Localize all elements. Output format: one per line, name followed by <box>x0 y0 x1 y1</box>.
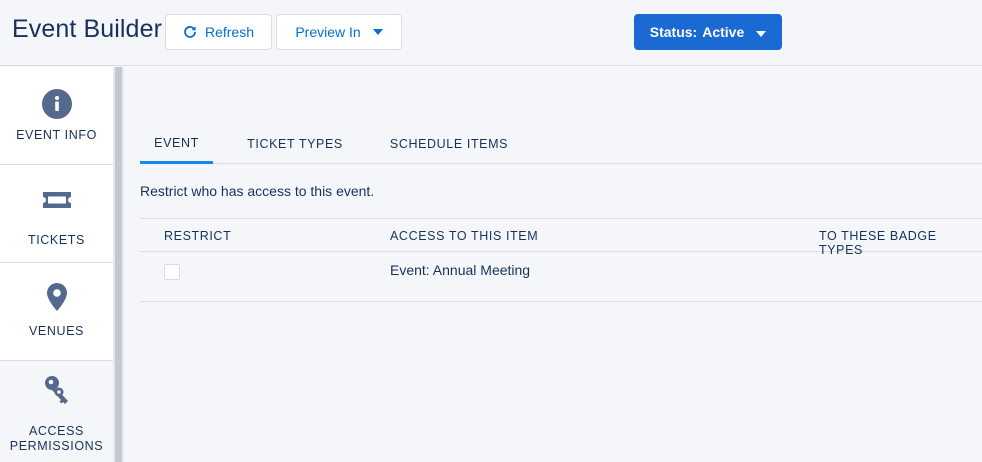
refresh-icon <box>183 25 197 39</box>
sidebar-item-access-permissions[interactable]: ACCESS PERMISSIONS <box>0 361 113 462</box>
main-content: EVENT TICKET TYPES SCHEDULE ITEMS Restri… <box>124 67 982 462</box>
refresh-label: Refresh <box>204 24 255 40</box>
access-item-cell: Event: Annual Meeting <box>390 262 531 278</box>
status-dropdown-button[interactable]: Status: Active <box>634 14 782 50</box>
table-row: Event: Annual Meeting <box>140 252 982 302</box>
sidebar-item-label: VENUES <box>28 324 84 338</box>
sidebar-item-tickets[interactable]: TICKETS <box>0 165 113 263</box>
scrollbar-thumb[interactable] <box>115 67 122 462</box>
page-title: Event Builder <box>12 15 162 43</box>
restrict-checkbox[interactable] <box>164 264 180 280</box>
sidebar-scrollbar[interactable] <box>113 67 124 462</box>
sidebar-item-label: TICKETS <box>28 233 85 247</box>
tab-schedule-items[interactable]: SCHEDULE ITEMS <box>381 123 517 164</box>
chevron-down-icon <box>372 29 383 35</box>
refresh-button[interactable]: Refresh <box>165 14 272 50</box>
preview-in-label: Preview In <box>295 24 361 40</box>
chevron-down-icon <box>756 24 767 40</box>
table-header: RESTRICT ACCESS TO THIS ITEM TO THESE BA… <box>140 219 982 257</box>
access-table: RESTRICT ACCESS TO THIS ITEM TO THESE BA… <box>140 218 982 302</box>
sidebar-nav: EVENT INFO TICKETS VENUES ACCESS PERMISS… <box>0 67 113 462</box>
column-header-access-item: ACCESS TO THIS ITEM <box>390 229 539 243</box>
access-description: Restrict who has access to this event. <box>140 183 375 199</box>
preview-in-button[interactable]: Preview In <box>276 14 402 50</box>
app-header: Event Builder Refresh Preview In Status:… <box>0 0 982 66</box>
location-pin-icon <box>0 282 113 312</box>
tab-event[interactable]: EVENT <box>140 123 213 164</box>
column-header-restrict: RESTRICT <box>164 229 232 243</box>
ticket-icon <box>0 190 113 210</box>
sidebar-item-venues[interactable]: VENUES <box>0 263 113 361</box>
info-icon <box>0 89 113 119</box>
tab-bar: EVENT TICKET TYPES SCHEDULE ITEMS <box>140 123 982 164</box>
sidebar-item-event-info[interactable]: EVENT INFO <box>0 67 113 165</box>
sidebar-item-label: ACCESS PERMISSIONS <box>9 424 104 453</box>
sidebar-item-label: EVENT INFO <box>16 128 97 142</box>
status-value: Active <box>702 24 745 40</box>
tab-ticket-types[interactable]: TICKET TYPES <box>239 123 351 164</box>
status-prefix: Status: <box>649 24 698 40</box>
key-icon <box>0 374 113 408</box>
